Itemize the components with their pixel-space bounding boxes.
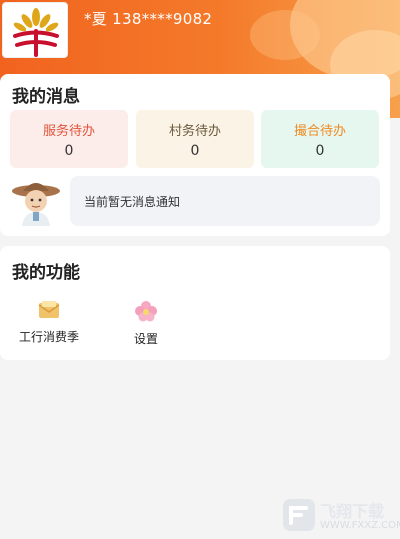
logo-icon	[13, 8, 59, 57]
bank-logo	[2, 2, 68, 58]
func-settings-label: 设置	[133, 332, 158, 346]
todo-matchmaking[interactable]: 撮合待办 0	[261, 110, 379, 168]
func-icbc-consumption-season[interactable]: 工行消费季	[17, 300, 81, 345]
func-icbc-label: 工行消费季	[18, 330, 79, 344]
todo-service-count: 0	[64, 143, 74, 159]
todo-matchmaking-count: 0	[315, 143, 325, 159]
functions-title: 我的功能	[12, 263, 80, 283]
functions-card: 我的功能 工行消费季 设置	[0, 246, 390, 360]
func-settings[interactable]: 设置	[128, 300, 164, 347]
watermark-url: WWW.FXXZ.COM	[320, 520, 400, 531]
flower-icon	[135, 301, 157, 322]
messages-card: 我的消息 服务待办 0 村务待办 0 撮合待办 0 当前暂无消息通知	[0, 74, 390, 236]
todo-village-count: 0	[190, 143, 200, 159]
todo-village-label: 村务待办	[168, 124, 221, 139]
todo-service[interactable]: 服务待办 0	[10, 110, 128, 168]
todo-matchmaking-label: 撮合待办	[293, 124, 346, 139]
messages-title: 我的消息	[12, 87, 80, 107]
todo-village[interactable]: 村务待办 0	[136, 110, 254, 168]
farmer-icon	[12, 183, 60, 226]
notice-box: 当前暂无消息通知	[70, 176, 380, 226]
username-text: *夏 138****9082	[84, 10, 213, 28]
watermark-logo: 飞翔下载 WWW.FXXZ.COM	[282, 496, 400, 536]
todo-service-label: 服务待办	[42, 124, 95, 139]
watermark-icon	[283, 499, 315, 531]
farmer-avatar	[10, 178, 62, 226]
envelope-icon	[38, 301, 60, 318]
watermark-text: 飞翔下载	[320, 502, 385, 521]
